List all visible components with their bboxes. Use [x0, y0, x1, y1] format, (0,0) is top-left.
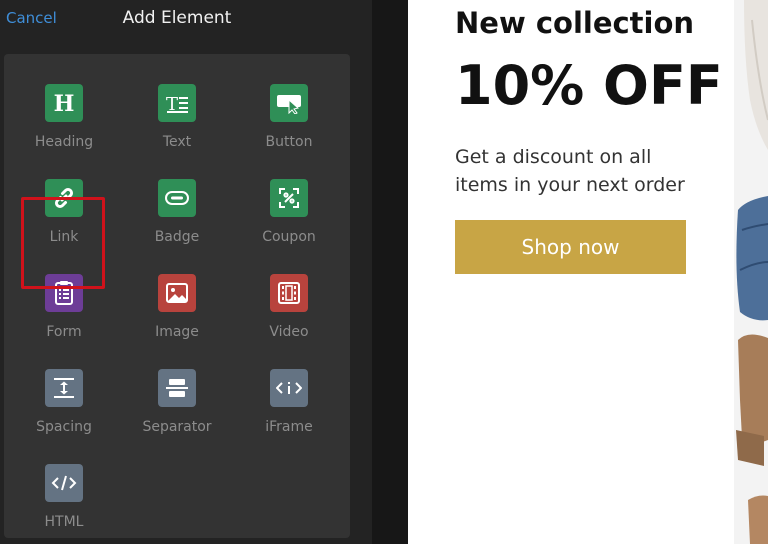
element-label: Heading [34, 134, 94, 150]
separator-icon [158, 369, 196, 407]
popup-preview: New collection 10% OFF Get a discount on… [408, 0, 734, 544]
element-html[interactable]: HTML [12, 448, 116, 534]
panel-divider [372, 0, 408, 544]
panel-header: Cancel Add Element [0, 0, 372, 40]
heading-icon: H [45, 84, 83, 122]
element-text[interactable]: T Text [125, 68, 229, 154]
iframe-icon [270, 369, 308, 407]
element-label: Form [46, 324, 82, 340]
element-video[interactable]: Video [237, 258, 341, 344]
element-label: Coupon [262, 229, 316, 245]
element-label: iFrame [265, 419, 313, 435]
html-icon [45, 464, 83, 502]
preview-description[interactable]: Get a discount on all items in your next… [455, 143, 705, 199]
element-label: HTML [44, 514, 84, 530]
element-separator[interactable]: Separator [125, 353, 229, 439]
element-iframe[interactable]: iFrame [237, 353, 341, 439]
button-icon [270, 84, 308, 122]
element-label: Video [269, 324, 309, 340]
element-label: Image [155, 324, 199, 340]
panel-title: Add Element [122, 8, 232, 28]
text-icon: T [158, 84, 196, 122]
shop-now-button[interactable]: Shop now [455, 220, 686, 274]
element-image[interactable]: Image [125, 258, 229, 344]
video-icon [270, 274, 308, 312]
element-label: Spacing [36, 419, 92, 435]
add-element-panel: Cancel Add Element H Heading T Text Butt… [0, 0, 372, 544]
element-badge[interactable]: Badge [125, 163, 229, 249]
image-icon [158, 274, 196, 312]
element-grid: H Heading T Text Button Link Badge Coupo… [4, 54, 350, 538]
product-photo [734, 0, 768, 544]
element-label: Text [162, 134, 192, 150]
preview-promo-text[interactable]: 10% OFF [455, 54, 723, 117]
element-form[interactable]: Form [12, 258, 116, 344]
element-label: Link [49, 229, 79, 245]
badge-icon [158, 179, 196, 217]
coupon-icon [270, 179, 308, 217]
form-icon [45, 274, 83, 312]
element-spacing[interactable]: Spacing [12, 353, 116, 439]
element-label: Separator [142, 419, 212, 435]
element-label: Badge [154, 229, 200, 245]
element-button[interactable]: Button [237, 68, 341, 154]
link-icon [45, 179, 83, 217]
element-link[interactable]: Link [12, 163, 116, 249]
element-heading[interactable]: H Heading [12, 68, 116, 154]
spacing-icon [45, 369, 83, 407]
preview-headline[interactable]: New collection [455, 6, 694, 40]
element-coupon[interactable]: Coupon [237, 163, 341, 249]
element-label: Button [265, 134, 313, 150]
svg-text:H: H [54, 91, 75, 115]
